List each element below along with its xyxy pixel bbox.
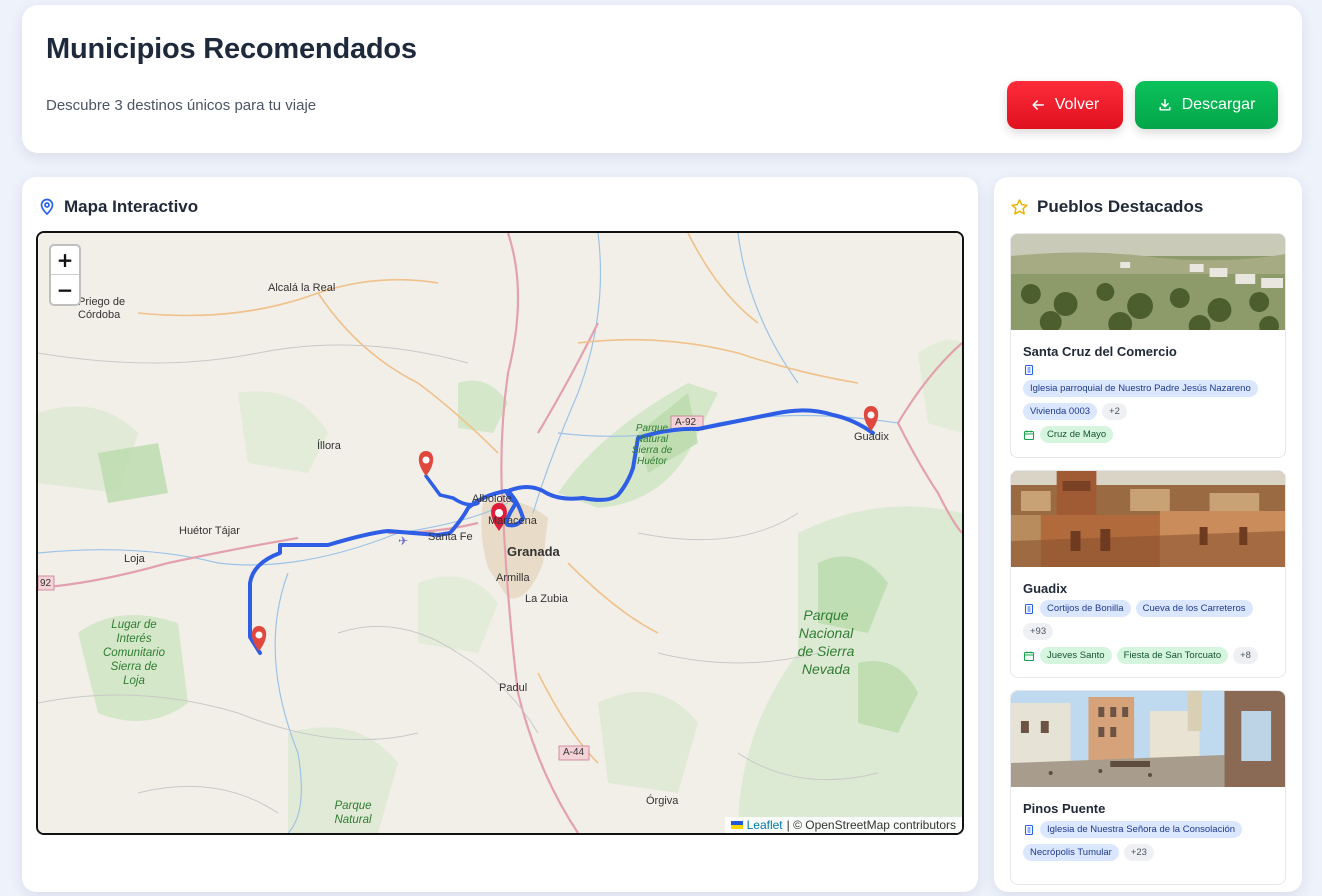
map-attribution: Leaflet | © OpenStreetMap contributors [724,817,962,833]
park-label-line: Natural [334,814,372,826]
park-label-line: de Sierra [797,643,855,659]
map-label: Armilla [496,572,530,584]
map-label: Albolote [472,493,512,505]
monument-tag: Cueva de los Carreteros [1135,600,1253,617]
download-icon [1159,99,1171,111]
park-label-line: Sierra de [110,661,158,673]
monuments-row: +93 [1023,623,1054,640]
town-photo [1011,471,1285,567]
festivals-row: Cruz de Mayo [1023,426,1114,443]
map-pin-icon [40,198,54,216]
more-monuments-badge: +2 [1102,403,1127,420]
featured-panel-title: Pueblos Destacados [1037,197,1204,216]
map-panel-title: Mapa Interactivo [64,197,199,216]
monuments-row: Iglesia parroquial de Nuestro Padre Jesú… [1023,380,1258,397]
town-photo [1011,691,1285,787]
monuments-row: Iglesia de Nuestra Señora de la Consolac… [1023,821,1243,838]
monument-icon [1024,364,1034,376]
more-festivals-badge: +8 [1233,647,1258,664]
map-label: Granada [507,544,560,559]
more-monuments-badge: +23 [1123,844,1154,861]
map-panel-header: Mapa Interactivo [38,197,198,217]
back-button[interactable]: Volver [1007,81,1123,129]
park-label-sierra-nevada: Parque Nacional de Sierra Nevada [788,606,864,678]
park-label-line: Parque [334,800,372,812]
map-label: Maracena [488,515,537,527]
map-label: Priego de [78,296,126,308]
park-label-loja: Lugar de Interés Comunitario Sierra de L… [100,618,168,688]
monument-tag: Iglesia de Nuestra Señora de la Consolac… [1040,821,1243,838]
map-label: Padul [499,682,528,694]
leaflet-link[interactable]: Leaflet [747,818,783,832]
park-label-line: Natural [635,434,669,445]
monuments-icon-row [1023,364,1035,376]
park-label-line: Sierra de [631,445,673,456]
featured-towns-panel: Pueblos Destacados Santa Cruz del Comerc… [994,177,1302,892]
festival-tag: Cruz de Mayo [1040,426,1114,443]
calendar-icon [1023,430,1035,440]
festival-tag: Fiesta de San Torcuato [1116,647,1229,664]
interactive-map[interactable]: ✈ Priego de Córdoba Alcalá la Real Íllor… [36,231,964,835]
zoom-control: + − [49,244,81,306]
road-shield-label: 92 [40,578,52,589]
park-label-line: Lugar de [111,619,157,631]
zoom-out-button[interactable]: − [51,275,79,304]
map-label: Santa Fe [428,531,473,543]
header-card: Municipios Recomendados Descubre 3 desti… [22,5,1302,153]
festivals-row: Jueves Santo Fiesta de San Torcuato +8 [1023,647,1258,664]
park-label-line: Nevada [801,661,851,677]
park-label-line: Comunitario [103,647,165,659]
park-label-line: Interés [116,633,152,645]
town-card[interactable]: Santa Cruz del Comercio Iglesia parroqui… [1010,233,1286,458]
town-name: Santa Cruz del Comercio [1023,344,1177,359]
more-monuments-badge: +93 [1023,623,1054,640]
park-label-line: Parque [635,423,669,434]
town-card[interactable]: Guadix Cortijos de Bonilla Cueva de los … [1010,470,1286,678]
town-name: Pinos Puente [1023,801,1106,816]
monument-tag: Cortijos de Bonilla [1040,600,1131,617]
park-label-line: Loja [123,675,145,687]
download-button-label: Descargar [1181,96,1256,113]
monuments-row: Vivienda 0003 +2 [1023,403,1127,420]
page-title: Municipios Recomendados [46,33,417,65]
download-button[interactable]: Descargar [1135,81,1278,129]
monuments-row: Necrópolis Tumular +23 [1023,844,1154,861]
star-icon [1011,198,1028,215]
page-subtitle: Descubre 3 destinos únicos para tu viaje [46,97,317,114]
map-label: Alcalá la Real [268,282,336,294]
park-label-huetor: Parque Natural Sierra de Huétor [628,423,676,467]
monument-tag: Iglesia parroquial de Nuestro Padre Jesú… [1023,380,1258,397]
park-label-bottom: Parque Natural [328,799,378,827]
zoom-in-button[interactable]: + [51,246,79,275]
map-label: Órgiva [646,795,679,807]
featured-panel-header: Pueblos Destacados [1010,197,1203,217]
town-card[interactable]: Pinos Puente Iglesia de Nuestra Señora d… [1010,690,1286,885]
ukraine-flag-icon [730,821,743,829]
map-label: La Zubia [525,593,568,605]
monument-icon [1024,603,1034,614]
back-button-label: Volver [1054,96,1100,113]
park-label-line: Huétor [636,456,667,467]
town-photo [1011,234,1285,330]
map-label: Córdoba [78,309,121,321]
road-shield-label: A-44 [563,747,585,758]
road-shield-label: A-92 [675,417,697,428]
map-label: Huétor Tájar [179,525,240,537]
festival-tag: Jueves Santo [1040,647,1112,664]
monuments-row: Cortijos de Bonilla Cueva de los Carrete… [1023,600,1253,617]
monument-tag: Vivienda 0003 [1023,403,1098,420]
monument-icon [1024,824,1034,835]
arrow-left-icon [1032,100,1044,110]
map-labels: Priego de Córdoba Alcalá la Real Íllora … [38,233,962,833]
town-name: Guadix [1023,581,1068,596]
monument-tag: Necrópolis Tumular [1023,844,1119,861]
park-label-line: Parque [803,607,849,623]
map-label: Guadix [854,431,889,443]
map-label: Íllora [317,440,341,452]
calendar-icon [1023,651,1035,661]
attribution-text: | © OpenStreetMap contributors [786,818,956,832]
map-label: Loja [124,553,145,565]
map-panel: Mapa Interactivo ✈ Priego de Córdoba Alc… [22,177,978,892]
park-label-line: Nacional [798,625,854,641]
